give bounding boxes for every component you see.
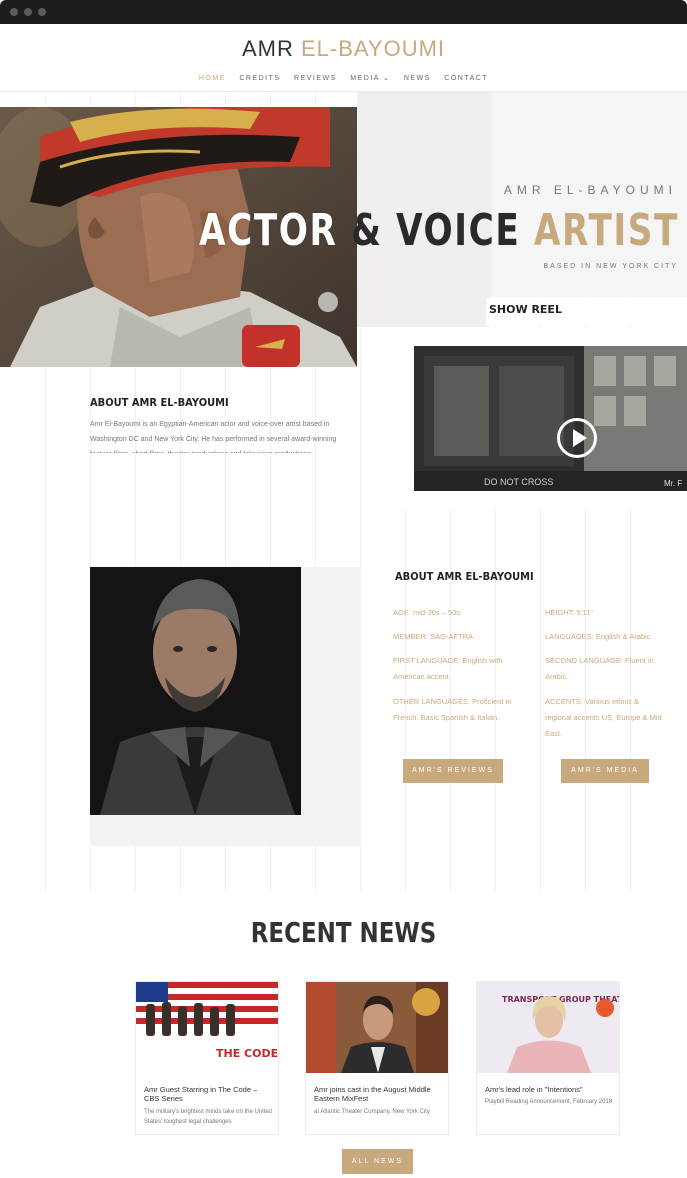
- hero-subtitle: BASED IN NEW YORK CITY: [543, 263, 678, 270]
- news-card-image: THE CODE: [136, 982, 278, 1073]
- browser-title-bar: [0, 0, 687, 24]
- main-nav: HOME CREDITS REVIEWS MEDIA ⌄ NEWS CONTAC…: [0, 74, 687, 82]
- nav-news[interactable]: NEWS: [404, 75, 431, 82]
- fact-languages: LANGUAGES: English & Arabic: [545, 632, 651, 641]
- fact-second-language: SECOND LANGUAGE: Fluent in Arabic.: [545, 656, 654, 681]
- show-reel-label: SHOW REEL: [486, 298, 687, 326]
- hero-title-word-2: & VOICE: [351, 205, 521, 256]
- actor-portrait-image: [90, 567, 301, 815]
- nav-home[interactable]: HOME: [199, 75, 226, 82]
- nav-media-dropdown[interactable]: MEDIA ⌄: [350, 75, 390, 82]
- video-corner-text: Mr. F: [664, 479, 682, 488]
- recent-news-title: RECENT NEWS: [250, 916, 437, 949]
- news-card-desc: at Atlantic Theater Company, New York Ci…: [314, 1109, 430, 1115]
- minimize-window-dot-icon[interactable]: [24, 8, 32, 16]
- nav-credits[interactable]: CREDITS: [239, 75, 280, 82]
- fact-age: AGE: mid-30s – 50s: [393, 608, 461, 617]
- site-header: AMR EL-BAYOUMI HOME CREDITS REVIEWS MEDI…: [0, 24, 687, 92]
- logo-last-name: EL-BAYOUMI: [300, 36, 446, 61]
- news-card-desc: The military's brightest minds take on t…: [144, 1109, 272, 1125]
- about-details-title: ABOUT AMR EL-BAYOUMI: [395, 570, 534, 583]
- reviews-button[interactable]: AMR'S REVIEWS: [403, 759, 503, 783]
- fact-first-language: FIRST LANGUAGE: English with American ac…: [393, 656, 503, 681]
- media-button[interactable]: AMR'S MEDIA: [561, 759, 649, 783]
- maximize-window-dot-icon[interactable]: [38, 8, 46, 16]
- news-card-title[interactable]: Amr joins cast in the August Middle East…: [314, 1085, 444, 1103]
- news-card-image: [306, 982, 448, 1073]
- hero-kicker: AMR EL-BAYOUMI: [503, 183, 677, 197]
- about-intro-title: ABOUT AMR EL-BAYOUMI: [90, 396, 229, 409]
- show-reel-video[interactable]: DO NOT CROSS Mr. F: [414, 346, 687, 491]
- all-news-button[interactable]: ALL NEWS: [342, 1149, 413, 1174]
- news-card-image-caption: THE CODE: [216, 1047, 278, 1060]
- fact-accents: ACCENTS: Various ethnic & regional accen…: [545, 697, 662, 738]
- nav-reviews[interactable]: REVIEWS: [294, 75, 337, 82]
- news-card-title[interactable]: Amr Guest Starring in The Code – CBS Ser…: [144, 1085, 274, 1103]
- news-card[interactable]: TRANSPORT GROUP THEATRE COMPANY Amr's le…: [476, 981, 620, 1135]
- nav-contact[interactable]: CONTACT: [444, 75, 488, 82]
- site-logo[interactable]: AMR EL-BAYOUMI: [0, 36, 687, 62]
- video-overlay-text: DO NOT CROSS: [484, 477, 553, 487]
- news-card-desc: Playbill Reading Announcement, February …: [485, 1099, 613, 1105]
- about-intro-text: Amr El-Bayoumi is an Egyptian-American a…: [90, 421, 337, 453]
- hero-title-word-3: ARTIST: [533, 205, 679, 256]
- close-window-dot-icon[interactable]: [10, 8, 18, 16]
- fact-member: MEMBER: SAG-AFTRA: [393, 632, 474, 641]
- hero-title: ACTOR & VOICE ARTIST: [149, 205, 679, 256]
- play-icon[interactable]: [557, 418, 597, 458]
- logo-first-name: AMR: [241, 36, 294, 61]
- fact-other-languages: OTHER LANGUAGES: Proficient in French. B…: [393, 697, 512, 722]
- news-card[interactable]: Amr joins cast in the August Middle East…: [305, 981, 449, 1135]
- news-card-title[interactable]: Amr's lead role in "Intentions": [485, 1085, 615, 1094]
- news-card-image: TRANSPORT GROUP THEATRE COMPANY: [477, 982, 619, 1073]
- fact-height: HEIGHT: 5’11": [545, 608, 593, 617]
- news-card[interactable]: THE CODE Amr Guest Starring in The Code …: [135, 981, 279, 1135]
- hero-title-word-1: ACTOR: [198, 205, 338, 256]
